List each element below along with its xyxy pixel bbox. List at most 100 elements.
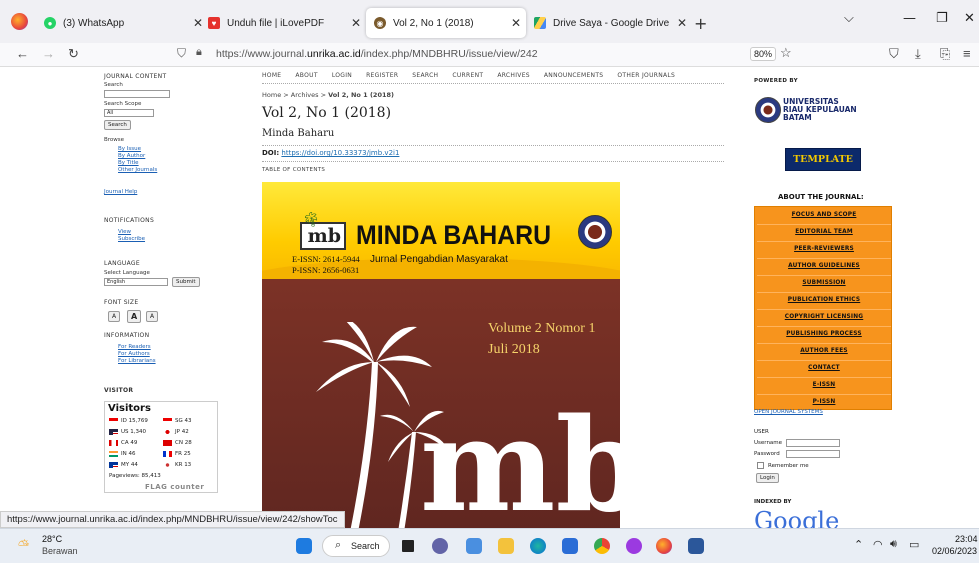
search-button[interactable]: Search	[104, 120, 131, 130]
extensions-icon[interactable]: ⎘	[940, 46, 950, 62]
nav-register[interactable]: REGISTER	[366, 72, 398, 79]
windows-start-icon[interactable]	[296, 538, 312, 554]
chrome-icon[interactable]	[594, 538, 610, 554]
about-menu-item[interactable]: SUBMISSION	[755, 280, 893, 286]
about-menu-item[interactable]: P-ISSN	[755, 399, 893, 405]
template-button[interactable]: TEMPLATE	[785, 148, 861, 171]
university-logo[interactable]: UNIVERSITAS RIAU KEPULAUAN BATAM	[755, 95, 865, 125]
about-menu-item[interactable]: FOCUS AND SCOPE	[755, 212, 893, 218]
username-input[interactable]	[786, 439, 840, 447]
info-readers-link[interactable]: For Readers	[118, 344, 151, 350]
zoom-level[interactable]: 80%	[750, 47, 777, 61]
nav-current[interactable]: CURRENT	[452, 72, 483, 79]
notif-subscribe-link[interactable]: Subscribe	[118, 236, 145, 242]
close-icon[interactable]: ✕	[506, 16, 526, 30]
remember-me-checkbox[interactable]	[757, 462, 764, 469]
volume-icon[interactable]: 🔊︎	[890, 538, 897, 551]
login-button[interactable]: Login	[756, 473, 779, 483]
nav-search[interactable]: SEARCH	[412, 72, 438, 79]
lock-icon[interactable]: 🔒︎	[196, 46, 202, 59]
temperature[interactable]: 28°C	[42, 534, 62, 544]
search-scope-select[interactable]: All	[104, 109, 154, 117]
info-authors-link[interactable]: For Authors	[118, 351, 150, 357]
info-librarians-link[interactable]: For Librarians	[118, 358, 156, 364]
journal-help-link[interactable]: Journal Help	[104, 189, 137, 195]
nav-archives[interactable]: ARCHIVES	[497, 72, 530, 79]
tab-google-drive[interactable]: Drive Saya - Google Drive ✕	[526, 8, 692, 38]
app-icon[interactable]	[626, 538, 642, 554]
edge-icon[interactable]	[530, 538, 546, 554]
about-menu-item[interactable]: AUTHOR FEES	[755, 348, 893, 354]
font-large-button[interactable]: A	[146, 311, 159, 322]
breadcrumb-archives[interactable]: Archives	[291, 91, 319, 99]
weather-icon[interactable]: ⛅︎	[18, 537, 29, 554]
about-menu-item[interactable]: PUBLISHING PROCESS	[755, 331, 893, 337]
about-menu-item[interactable]: PEER-REVIEWERS	[755, 246, 893, 252]
back-icon[interactable]: ←	[16, 46, 29, 61]
browse-by-issue[interactable]: By Issue	[118, 146, 141, 152]
clock-date[interactable]: 02/06/2023	[932, 546, 977, 556]
language-submit-button[interactable]: Submit	[172, 277, 200, 287]
tab-ilovepdf[interactable]: ♥ Unduh file | iLovePDF ✕	[200, 8, 366, 38]
url-bar[interactable]: ⛉ 🔒︎ https://www.journal.unrika.ac.id/in…	[168, 45, 802, 65]
new-tab-icon[interactable]: +	[694, 14, 707, 33]
breadcrumb-home[interactable]: Home	[262, 91, 281, 99]
tab-whatsapp[interactable]: ● (3) WhatsApp ✕	[36, 8, 208, 38]
nav-about[interactable]: ABOUT	[295, 72, 317, 79]
close-icon[interactable]: ✕	[672, 16, 692, 30]
minimize-icon[interactable]: —	[903, 11, 916, 26]
font-medium-button[interactable]: A	[127, 310, 142, 323]
about-menu-item[interactable]: E-ISSN	[755, 382, 893, 388]
visitors-widget[interactable]: Visitors ID 15,769 SG 43 US 1,340 JP 42 …	[104, 401, 218, 493]
pocket-icon[interactable]: ⛉	[889, 46, 899, 62]
tab-journal[interactable]: ◉ Vol 2, No 1 (2018) ✕	[366, 8, 526, 38]
task-view-icon[interactable]	[402, 540, 414, 552]
close-window-icon[interactable]: ✕	[964, 11, 975, 26]
clock-time[interactable]: 23:04	[955, 534, 978, 544]
bookmark-star-icon[interactable]: ☆	[780, 45, 792, 61]
breadcrumb-current[interactable]: Vol 2, No 1 (2018)	[328, 91, 394, 99]
browse-by-author[interactable]: By Author	[118, 153, 145, 159]
taskbar-search[interactable]: ⌕ Search	[322, 535, 390, 557]
browse-other-journals[interactable]: Other Journals	[118, 167, 157, 173]
nav-home[interactable]: HOME	[262, 72, 281, 79]
word-icon[interactable]	[688, 538, 704, 554]
photos-icon[interactable]	[466, 538, 482, 554]
password-input[interactable]	[786, 450, 840, 458]
issue-cover-image[interactable]: mb 🌴︎ MINDA BAHARU E-ISSN: 2614-5944 P-I…	[262, 182, 620, 528]
file-explorer-icon[interactable]	[498, 538, 514, 554]
ojs-link[interactable]: OPEN JOURNAL SYSTEMS	[754, 409, 823, 415]
doi-link[interactable]: https://doi.org/10.33373/jmb.v2i1	[281, 149, 399, 157]
shield-icon[interactable]: ⛉	[177, 46, 186, 61]
firefox-icon[interactable]	[11, 13, 28, 30]
nav-announcements[interactable]: ANNOUNCEMENTS	[544, 72, 604, 79]
font-small-button[interactable]: A	[108, 311, 121, 322]
google-scholar-logo[interactable]: Google	[754, 507, 839, 528]
wifi-icon[interactable]: ◠	[873, 538, 883, 551]
forward-icon[interactable]: →	[42, 46, 55, 61]
about-menu-item[interactable]: COPYRIGHT LICENSING	[755, 314, 893, 320]
store-icon[interactable]	[562, 538, 578, 554]
about-menu-item[interactable]: CONTACT	[755, 365, 893, 371]
teams-chat-icon[interactable]	[432, 538, 448, 554]
search-input[interactable]	[104, 90, 170, 98]
nav-login[interactable]: LOGIN	[332, 72, 352, 79]
battery-icon[interactable]: ▭	[909, 538, 919, 551]
close-icon[interactable]: ✕	[346, 16, 366, 30]
restore-icon[interactable]: ❐	[936, 11, 948, 26]
menu-icon[interactable]: ≡	[963, 46, 971, 61]
reload-icon[interactable]: ↻	[68, 46, 79, 62]
about-menu-item[interactable]: AUTHOR GUIDELINES	[755, 263, 893, 269]
url-text[interactable]: https://www.journal.unrika.ac.id/index.p…	[216, 48, 538, 60]
list-all-tabs-icon[interactable]: ⌵	[844, 11, 854, 26]
about-menu-item[interactable]: PUBLICATION ETHICS	[755, 297, 893, 303]
nav-other-journals[interactable]: OTHER JOURNALS	[617, 72, 675, 79]
chevron-up-icon[interactable]: ⌃	[854, 538, 863, 551]
about-menu-item[interactable]: EDITORIAL TEAM	[755, 229, 893, 235]
notif-view-link[interactable]: View	[118, 229, 131, 235]
firefox-taskbar-icon[interactable]	[656, 538, 672, 554]
downloads-icon[interactable]: ⤓	[915, 46, 921, 62]
weather-text[interactable]: Berawan	[42, 546, 78, 556]
browse-by-title[interactable]: By Title	[118, 160, 139, 166]
language-select[interactable]: English	[104, 278, 168, 286]
